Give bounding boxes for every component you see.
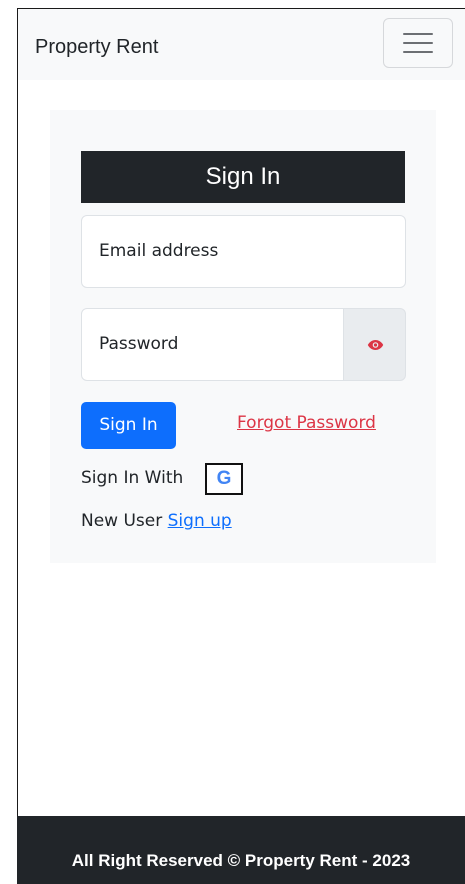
page-top-edge <box>17 0 465 8</box>
hamburger-icon-line <box>403 42 433 44</box>
page-left-edge <box>0 0 17 884</box>
signup-link[interactable]: Sign up <box>168 511 232 531</box>
eye-icon <box>367 340 384 350</box>
navbar-brand[interactable]: Property Rent <box>35 33 158 61</box>
signin-button[interactable]: Sign In <box>81 402 176 449</box>
new-user-row: New User Sign up <box>81 510 232 532</box>
navbar-toggler-button[interactable] <box>383 18 453 68</box>
footer: All Right Reserved © Property Rent - 202… <box>17 816 465 884</box>
signin-with-label: Sign In With <box>81 468 184 488</box>
footer-text: All Right Reserved © Property Rent - 202… <box>71 851 411 870</box>
password-field[interactable]: Password <box>81 308 344 381</box>
hamburger-icon <box>403 33 433 35</box>
google-icon: G <box>216 468 232 489</box>
google-signin-button[interactable]: G <box>205 463 243 495</box>
signin-title: Sign In <box>81 151 405 203</box>
page: Property Rent Sign In Email address Pass… <box>0 0 465 884</box>
new-user-label: New User <box>81 511 163 531</box>
hamburger-icon-line <box>403 51 433 53</box>
forgot-password-link[interactable]: Forgot Password <box>237 413 376 433</box>
navbar: Property Rent <box>17 8 465 80</box>
email-field[interactable]: Email address <box>81 215 406 288</box>
toggle-password-button[interactable] <box>343 308 406 381</box>
signin-card: Sign In Email address Password Sign In F… <box>50 110 436 563</box>
